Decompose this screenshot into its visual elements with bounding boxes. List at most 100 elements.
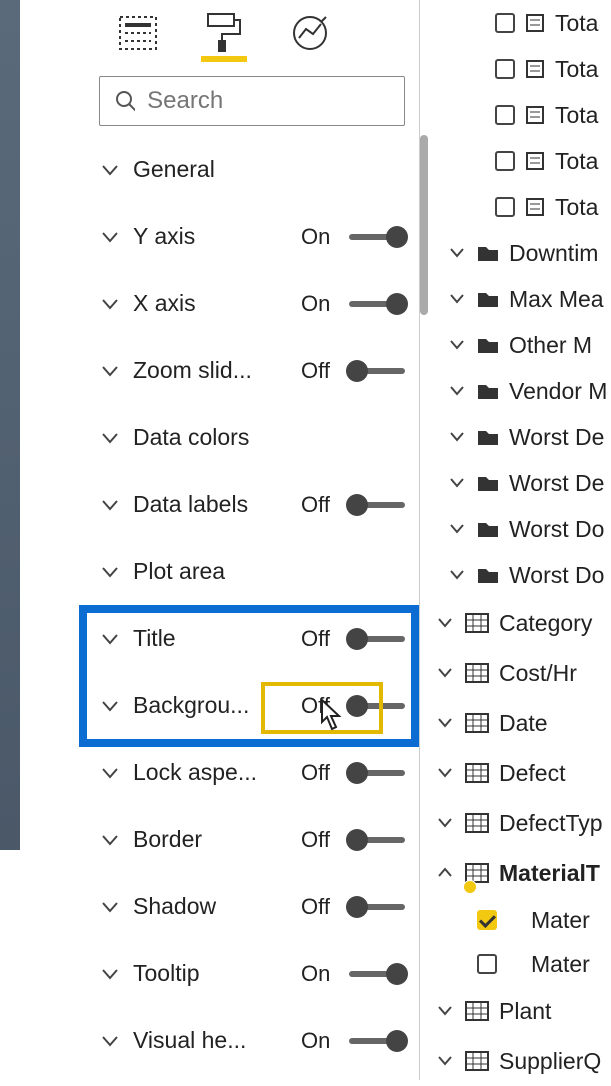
column[interactable]: Mater xyxy=(435,942,611,986)
toggle-visual-header[interactable]: On xyxy=(301,1028,405,1054)
checkbox[interactable] xyxy=(477,954,497,974)
chevron-down-icon xyxy=(99,159,121,181)
row-label: Visual he... xyxy=(133,1027,246,1054)
toggle-border[interactable]: Off xyxy=(301,827,405,853)
checkbox[interactable] xyxy=(495,151,515,171)
folder[interactable]: Other M xyxy=(435,322,611,368)
row-tooltip[interactable]: Tooltip On xyxy=(85,940,419,1007)
toggle-background[interactable]: Off xyxy=(301,693,405,719)
table[interactable]: Category xyxy=(435,598,611,648)
toggle-lock-aspect[interactable]: Off xyxy=(301,760,405,786)
checkbox[interactable] xyxy=(495,59,515,79)
row-label: Border xyxy=(133,826,202,853)
table[interactable]: Plant xyxy=(435,986,611,1036)
toggle-zoom[interactable]: Off xyxy=(301,358,405,384)
table-expanded[interactable]: MaterialT xyxy=(435,848,611,898)
chevron-down-icon xyxy=(99,293,121,315)
folder[interactable]: Vendor M xyxy=(435,368,611,414)
table[interactable]: Date xyxy=(435,698,611,748)
checkbox[interactable] xyxy=(495,105,515,125)
row-label: Plot area xyxy=(133,558,225,585)
field-measure[interactable]: Tota xyxy=(435,184,611,230)
row-border[interactable]: Border Off xyxy=(85,806,419,873)
row-visual-header[interactable]: Visual he... On xyxy=(85,1007,419,1074)
row-label: X axis xyxy=(133,290,196,317)
table[interactable]: Cost/Hr xyxy=(435,648,611,698)
field-label: Tota xyxy=(555,148,598,175)
row-label: Data labels xyxy=(133,491,248,518)
scrollbar-thumb[interactable] xyxy=(420,135,428,315)
chevron-down-icon xyxy=(447,473,467,493)
field-measure[interactable]: Tota xyxy=(435,138,611,184)
row-background[interactable]: Backgrou... Off xyxy=(85,672,419,739)
toggle-tooltip[interactable]: On xyxy=(301,961,405,987)
row-data-colors[interactable]: Data colors xyxy=(85,404,419,471)
folder[interactable]: Worst Do xyxy=(435,506,611,552)
analytics-tab[interactable] xyxy=(287,10,333,56)
field-measure[interactable]: Tota xyxy=(435,0,611,46)
field-measure[interactable]: Tota xyxy=(435,46,611,92)
row-label: Title xyxy=(133,625,176,652)
row-lock-aspect[interactable]: Lock aspe... Off xyxy=(85,739,419,806)
field-label: Category xyxy=(499,610,592,637)
field-label: MaterialT xyxy=(499,860,600,887)
table-icon xyxy=(465,763,489,783)
chevron-down-icon xyxy=(99,829,121,851)
chevron-down-icon xyxy=(447,381,467,401)
folder[interactable]: Worst Do xyxy=(435,552,611,598)
row-label: Backgrou... xyxy=(133,692,249,719)
fields-pane: Tota Tota Tota Tota Tota Downtim Max Mea… xyxy=(435,0,611,1080)
chevron-down-icon xyxy=(447,335,467,355)
folder-icon xyxy=(477,336,499,354)
field-label: Defect xyxy=(499,760,565,787)
table[interactable]: SupplierQ xyxy=(435,1036,611,1086)
checkbox[interactable] xyxy=(495,197,515,217)
toggle-label: Off xyxy=(301,358,341,384)
field-label: Vendor M xyxy=(509,378,607,405)
row-general[interactable]: General xyxy=(85,136,419,203)
field-measure[interactable]: Tota xyxy=(435,92,611,138)
pane-tabs xyxy=(85,0,419,56)
checkbox[interactable] xyxy=(495,13,515,33)
chevron-down-icon xyxy=(435,1001,455,1021)
fields-tab[interactable] xyxy=(115,10,161,56)
checkbox-checked[interactable] xyxy=(477,910,497,930)
field-label: Other M xyxy=(509,332,592,359)
row-data-labels[interactable]: Data labels Off xyxy=(85,471,419,538)
row-yaxis[interactable]: Y axis On xyxy=(85,203,419,270)
search-input[interactable] xyxy=(147,87,390,115)
format-scrollbar[interactable] xyxy=(420,135,428,1075)
toggle-xaxis[interactable]: On xyxy=(301,291,405,317)
column[interactable]: Mater xyxy=(435,898,611,942)
toggle-title[interactable]: Off xyxy=(301,626,405,652)
canvas-edge xyxy=(0,0,20,850)
table[interactable]: Defect xyxy=(435,748,611,798)
row-title[interactable]: Title Off xyxy=(85,605,419,672)
toggle-shadow[interactable]: Off xyxy=(301,894,405,920)
toggle-label: Off xyxy=(301,827,341,853)
field-label: Tota xyxy=(555,194,598,221)
folder[interactable]: Downtim xyxy=(435,230,611,276)
row-shadow[interactable]: Shadow Off xyxy=(85,873,419,940)
chevron-down-icon xyxy=(99,762,121,784)
field-label: Plant xyxy=(499,998,551,1025)
folder-icon xyxy=(477,566,499,584)
folder[interactable]: Worst De xyxy=(435,414,611,460)
format-tab[interactable] xyxy=(201,10,247,56)
row-xaxis[interactable]: X axis On xyxy=(85,270,419,337)
folder[interactable]: Max Mea xyxy=(435,276,611,322)
chevron-down-icon xyxy=(99,360,121,382)
row-zoom-slider[interactable]: Zoom slid... Off xyxy=(85,337,419,404)
chevron-down-icon xyxy=(99,1030,121,1052)
chevron-down-icon xyxy=(447,427,467,447)
toggle-data-labels[interactable]: Off xyxy=(301,492,405,518)
search-box[interactable] xyxy=(99,76,405,126)
folder-icon xyxy=(477,520,499,538)
table[interactable]: DefectTyp xyxy=(435,798,611,848)
folder[interactable]: Worst De xyxy=(435,460,611,506)
row-label: Zoom slid... xyxy=(133,357,252,384)
row-plot-area[interactable]: Plot area xyxy=(85,538,419,605)
field-label: Tota xyxy=(555,10,598,37)
row-label: Y axis xyxy=(133,223,195,250)
toggle-yaxis[interactable]: On xyxy=(301,224,405,250)
